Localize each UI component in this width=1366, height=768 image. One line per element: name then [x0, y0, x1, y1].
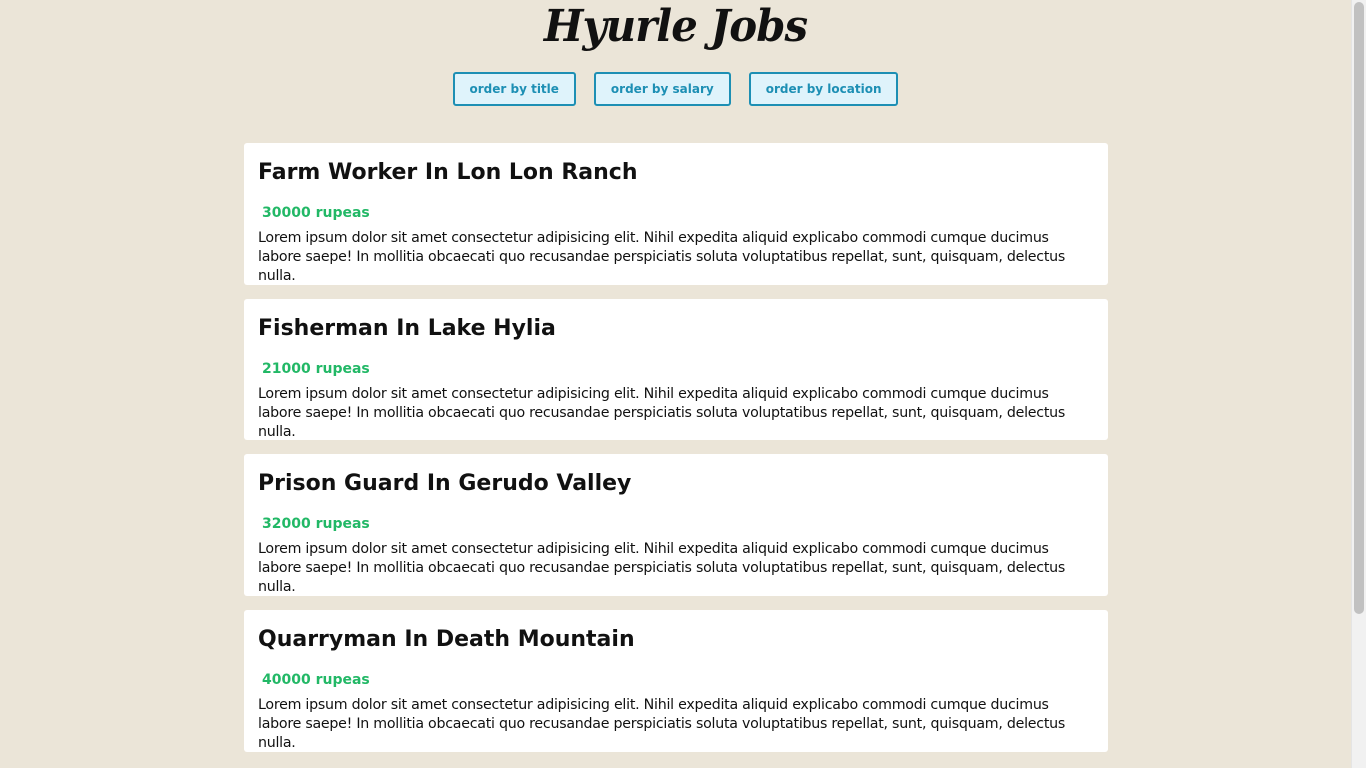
job-card: Farm Worker In Lon Lon Ranch 30000 rupea… — [244, 143, 1108, 285]
scrollbar-thumb[interactable] — [1354, 2, 1364, 614]
job-description: Lorem ipsum dolor sit amet consectetur a… — [258, 541, 1066, 595]
job-card: Fisherman In Lake Hylia 21000 rupeas Lor… — [244, 299, 1108, 440]
order-by-location-button[interactable]: order by location — [748, 72, 899, 106]
vertical-scrollbar[interactable] — [1351, 0, 1366, 768]
job-card: Prison Guard In Gerudo Valley 32000 rupe… — [244, 454, 1108, 596]
job-salary: 40000 rupeas — [262, 672, 370, 688]
job-description: Lorem ipsum dolor sit amet consectetur a… — [258, 230, 1066, 284]
job-salary: 21000 rupeas — [262, 361, 370, 377]
job-description: Lorem ipsum dolor sit amet consectetur a… — [258, 697, 1066, 751]
job-description: Lorem ipsum dolor sit amet consectetur a… — [258, 386, 1066, 440]
job-card: Quarryman In Death Mountain 40000 rupeas… — [244, 610, 1108, 752]
order-by-salary-button[interactable]: order by salary — [593, 72, 731, 106]
order-by-title-button[interactable]: order by title — [452, 72, 576, 106]
job-salary: 30000 rupeas — [262, 205, 370, 221]
job-title: Quarryman In Death Mountain — [258, 627, 635, 652]
site-title: Hyurle Jobs — [543, 1, 808, 52]
job-title: Prison Guard In Gerudo Valley — [258, 471, 632, 496]
job-salary: 32000 rupeas — [262, 516, 370, 532]
sort-toolbar: order by title order by salary order by … — [0, 72, 1351, 106]
job-list: Farm Worker In Lon Lon Ranch 30000 rupea… — [244, 143, 1108, 766]
job-title: Fisherman In Lake Hylia — [258, 316, 556, 341]
page: Hyurle Jobs order by title order by sala… — [0, 0, 1351, 768]
job-title: Farm Worker In Lon Lon Ranch — [258, 160, 638, 185]
